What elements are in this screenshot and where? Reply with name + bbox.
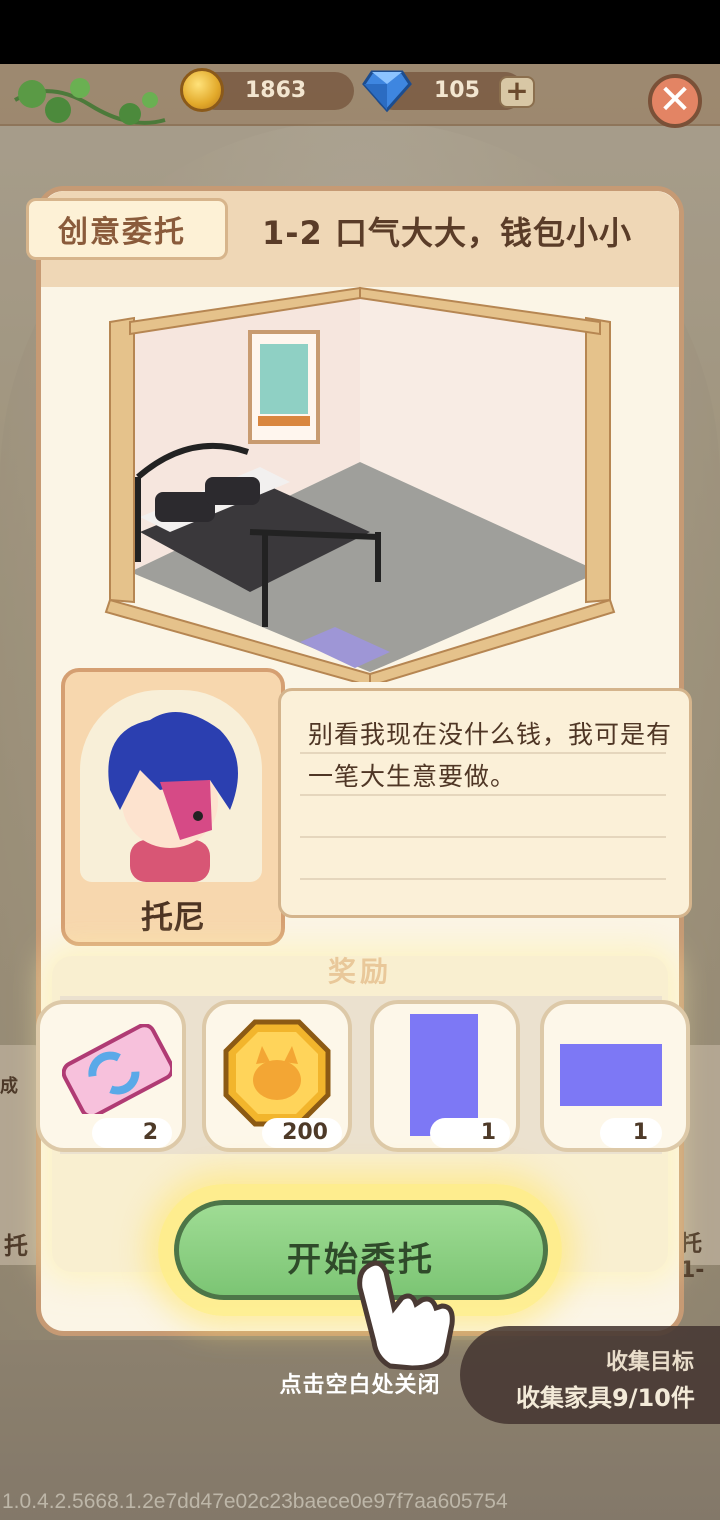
coin-icon bbox=[180, 68, 224, 112]
goal-title: 收集目标 bbox=[606, 1350, 695, 1375]
close-button[interactable]: ✕ bbox=[648, 74, 702, 128]
gem-amount: 105 bbox=[434, 78, 480, 103]
vine-decoration-icon bbox=[14, 78, 166, 125]
coin-icon bbox=[223, 1019, 331, 1127]
tutorial-hand-icon bbox=[357, 1260, 455, 1370]
reward-count: 2 bbox=[92, 1118, 172, 1148]
character-avatar-icon bbox=[108, 712, 238, 882]
commission-title: 1-2 口气大大，钱包小小 bbox=[262, 214, 632, 252]
rewards-title: 奖励 bbox=[327, 955, 392, 988]
reward-count: 1 bbox=[600, 1118, 662, 1148]
status-bar bbox=[0, 0, 720, 64]
build-version: 1.0.4.2.5668.1.2e7dd47e02c23baece0e97f7a… bbox=[2, 1490, 508, 1513]
placeholder-item-icon bbox=[560, 1044, 662, 1106]
reward-count: 200 bbox=[262, 1118, 342, 1148]
add-gems-button[interactable]: + bbox=[499, 76, 535, 108]
npc-portrait bbox=[80, 690, 262, 882]
dialogue-text: 别看我现在没什么钱，我可是有一笔大生意要做。 bbox=[308, 720, 673, 791]
diamond-icon bbox=[362, 70, 412, 113]
dialogue-rule bbox=[300, 878, 666, 880]
goal-progress: 收集家具9/10件 bbox=[516, 1384, 695, 1412]
ticket-icon bbox=[62, 1024, 172, 1114]
room-illustration bbox=[104, 286, 616, 682]
reward-count: 1 bbox=[430, 1118, 510, 1148]
npc-name: 托尼 bbox=[140, 898, 205, 936]
coin-amount: 1863 bbox=[245, 78, 307, 103]
dialogue-rule bbox=[300, 836, 666, 838]
commission-type-label: 创意委托 bbox=[58, 215, 186, 250]
